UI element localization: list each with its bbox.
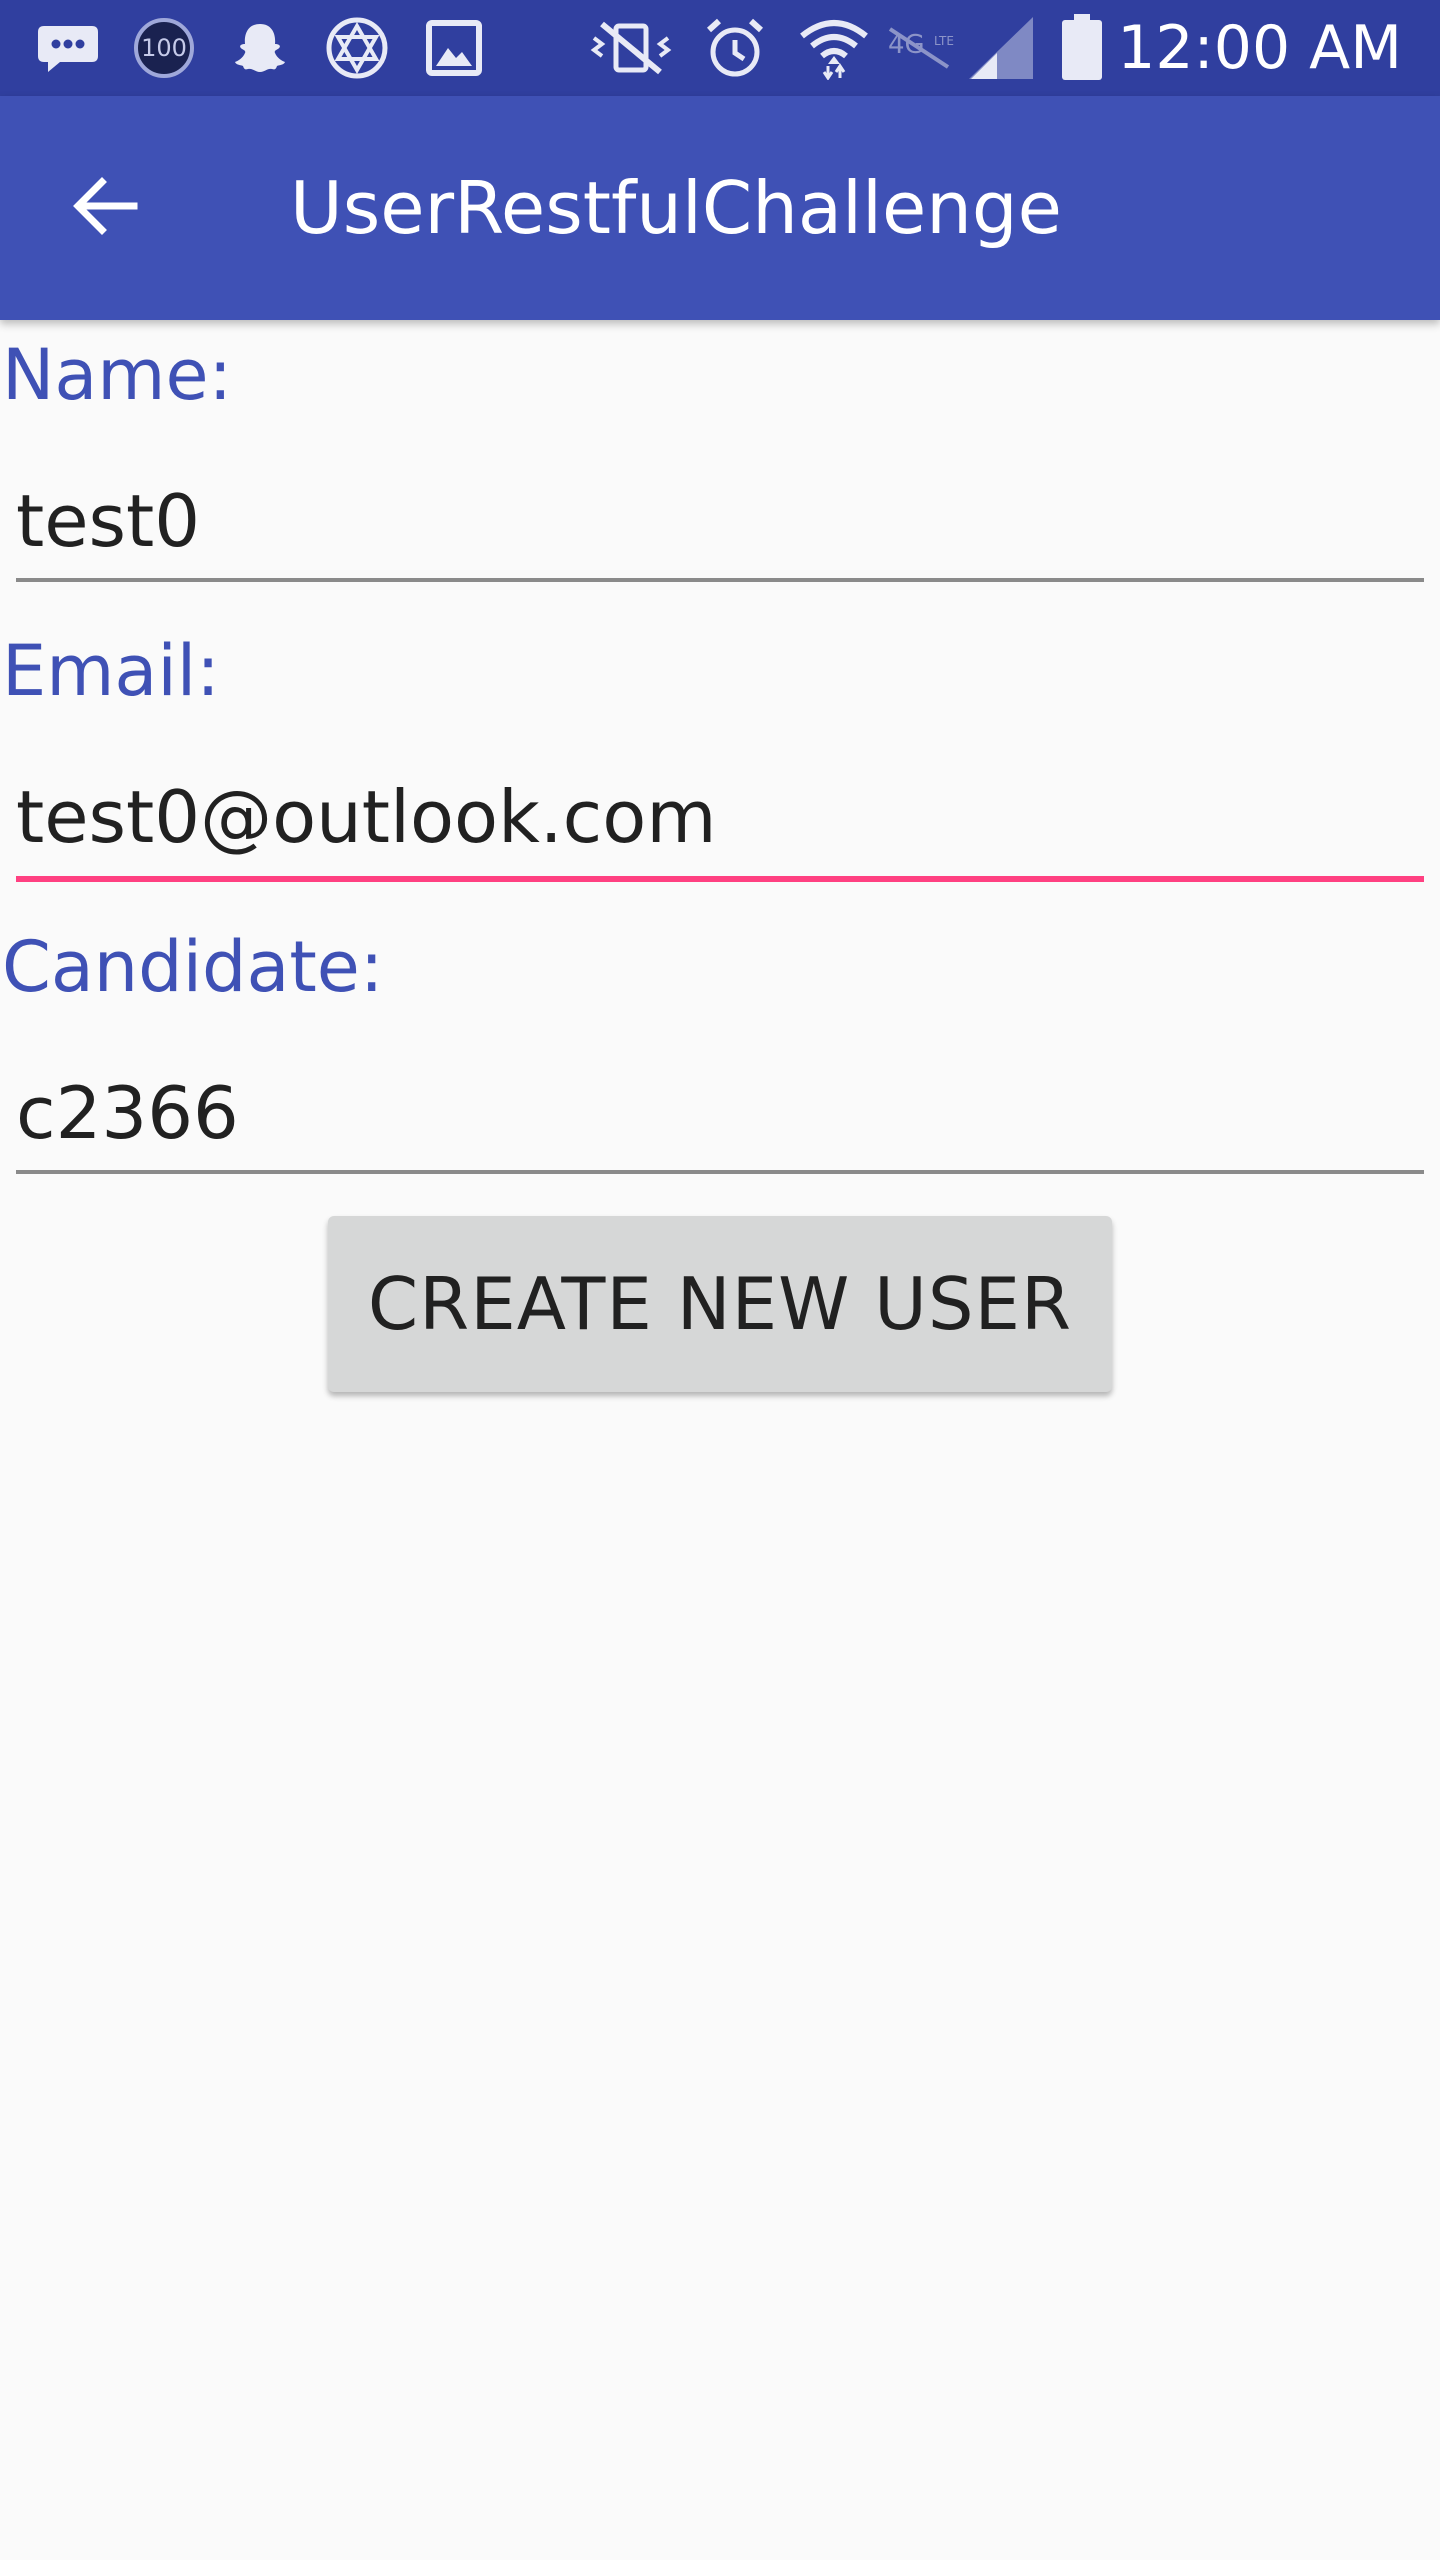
battery-icon — [1058, 14, 1106, 82]
back-button[interactable] — [52, 156, 156, 260]
email-label: Email: — [2, 630, 220, 712]
cell-signal-icon — [966, 14, 1036, 82]
svg-text:4G: 4G — [888, 30, 925, 60]
app-title: UserRestfulChallenge — [290, 166, 1062, 250]
wifi-icon — [796, 14, 872, 82]
create-new-user-button[interactable]: CREATE NEW USER — [328, 1216, 1112, 1392]
email-input-underline — [16, 876, 1424, 882]
email-input[interactable] — [16, 762, 1424, 872]
arrow-left-icon — [70, 176, 138, 240]
status-time: 12:00 AM — [1117, 13, 1402, 83]
candidate-label: Candidate: — [2, 926, 384, 1008]
name-input-underline — [16, 578, 1424, 582]
name-input[interactable] — [16, 466, 1424, 576]
candidate-input-underline — [16, 1170, 1424, 1174]
status-bar: 100 4G LTE 12:00 AM — [0, 0, 1440, 96]
chat-bubble-icon — [30, 14, 106, 82]
app-bar: UserRestfulChallenge — [0, 96, 1440, 320]
star-of-david-icon — [322, 14, 392, 82]
svg-text:LTE: LTE — [934, 34, 954, 48]
candidate-input[interactable] — [16, 1058, 1424, 1168]
alarm-icon — [702, 14, 768, 82]
name-label: Name: — [2, 334, 233, 416]
image-icon — [422, 14, 486, 82]
snapchat-ghost-icon — [228, 14, 292, 82]
ring-100-icon: 100 — [132, 14, 196, 82]
vibrate-off-icon — [588, 14, 674, 82]
lte-icon: 4G LTE — [884, 14, 962, 82]
